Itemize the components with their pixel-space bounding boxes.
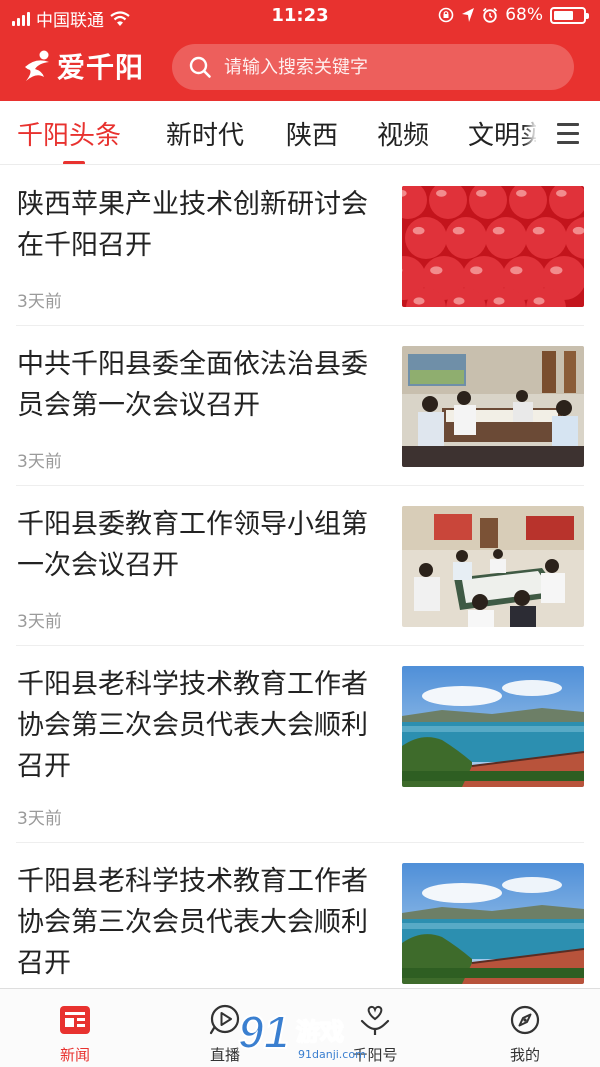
news-item[interactable]: 陕西苹果产业技术创新研讨会在千阳召开 3天前 xyxy=(0,166,600,326)
battery-percent: 68% xyxy=(505,5,543,25)
news-title: 千阳县委教育工作领导小组第一次会议召开 xyxy=(17,509,368,581)
apple-shape xyxy=(405,217,447,259)
apple-highlight xyxy=(453,297,465,305)
app-header: 中国联通 11:23 68% 爱千阳 请输入搜索关键字 xyxy=(0,0,600,101)
active-tab-indicator xyxy=(63,161,85,164)
app-logo[interactable]: 爱千阳 xyxy=(22,44,144,88)
alarm-icon xyxy=(483,7,498,23)
news-title: 千阳县老科学技术教育工作者协会第三次会员代表大会顺利召开 xyxy=(17,866,368,979)
status-bar: 中国联通 11:23 68% xyxy=(0,0,600,34)
location-icon xyxy=(462,8,475,22)
news-list: 陕西苹果产业技术创新研讨会在千阳召开 3天前 中共千阳县委全面依法治县委员会第一… xyxy=(0,166,600,988)
nav-mine[interactable]: 我的 xyxy=(450,989,600,1067)
apple-highlight xyxy=(452,226,465,235)
lake-thumbnail xyxy=(402,863,584,984)
news-item[interactable]: 中共千阳县委全面依法治县委员会第一次会议召开 3天前 xyxy=(0,326,600,486)
apple-highlight xyxy=(493,297,505,305)
meeting-thumbnail xyxy=(402,346,584,467)
nav-news[interactable]: 新闻 xyxy=(0,989,150,1067)
apple-shape xyxy=(485,217,527,259)
search-bar[interactable] xyxy=(172,44,574,90)
apple-highlight xyxy=(436,189,447,197)
nav-label: 我的 xyxy=(509,1046,540,1064)
apple-highlight xyxy=(516,189,527,197)
apple-highlight xyxy=(470,266,483,275)
tab-shaanxi[interactable]: 陕西 xyxy=(286,115,338,152)
apple-highlight xyxy=(572,226,584,235)
apple-highlight xyxy=(430,266,443,275)
news-time: 3天前 xyxy=(17,809,62,829)
tab-civilization[interactable]: 文明实 xyxy=(468,115,546,152)
lake-thumbnail xyxy=(402,666,584,787)
site-watermark: 91 游戏 91danji.com xyxy=(237,1005,366,1061)
apples-thumbnail xyxy=(402,186,584,307)
apple-highlight xyxy=(510,266,523,275)
apple-highlight xyxy=(532,226,545,235)
meeting-room-thumbnail xyxy=(402,506,584,627)
news-title: 陕西苹果产业技术创新研讨会在千阳召开 xyxy=(17,189,368,261)
news-time: 3天前 xyxy=(17,292,62,312)
battery-icon xyxy=(550,6,589,24)
apple-shape xyxy=(445,217,487,259)
news-title: 千阳县老科学技术教育工作者协会第三次会员代表大会顺利召开 xyxy=(17,669,368,782)
search-icon xyxy=(189,56,211,78)
app-name: 爱千阳 xyxy=(57,51,145,84)
watermark-text: 游戏 xyxy=(296,1018,344,1046)
apple-highlight xyxy=(492,226,505,235)
nav-label: 新闻 xyxy=(59,1046,90,1064)
search-input[interactable] xyxy=(224,56,554,78)
rotation-lock-icon xyxy=(438,7,454,23)
tab-qianyang-headlines[interactable]: 千阳头条 xyxy=(17,115,121,152)
tab-video[interactable]: 视频 xyxy=(377,115,429,152)
apple-highlight xyxy=(412,226,425,235)
apple-highlight xyxy=(476,189,487,197)
category-tabs: 千阳头条 新时代 陕西 视频 文明实 xyxy=(0,101,600,165)
tab-new-era[interactable]: 新时代 xyxy=(166,115,244,152)
apple-highlight xyxy=(413,297,425,305)
apple-highlight xyxy=(533,297,545,305)
apple-highlight xyxy=(550,266,563,275)
news-time: 3天前 xyxy=(17,612,62,632)
news-icon xyxy=(60,1006,90,1034)
logo-mark-icon xyxy=(25,50,49,81)
news-time: 3天前 xyxy=(17,452,62,472)
watermark-number: 91 xyxy=(238,1006,289,1058)
watermark-site: 91danji.com xyxy=(298,1048,366,1061)
apple-shape xyxy=(525,217,567,259)
news-item[interactable]: 千阳县老科学技术教育工作者协会第三次会员代表大会顺利召开 xyxy=(0,843,600,988)
news-item[interactable]: 千阳县老科学技术教育工作者协会第三次会员代表大会顺利召开 3天前 xyxy=(0,646,600,843)
menu-icon xyxy=(557,122,579,126)
news-title: 中共千阳县委全面依法治县委员会第一次会议召开 xyxy=(17,349,368,421)
compass-icon xyxy=(510,1005,540,1035)
tab-menu-button[interactable] xyxy=(536,101,600,164)
apple-highlight xyxy=(556,189,567,197)
news-item[interactable]: 千阳县委教育工作领导小组第一次会议召开 3天前 xyxy=(0,486,600,646)
